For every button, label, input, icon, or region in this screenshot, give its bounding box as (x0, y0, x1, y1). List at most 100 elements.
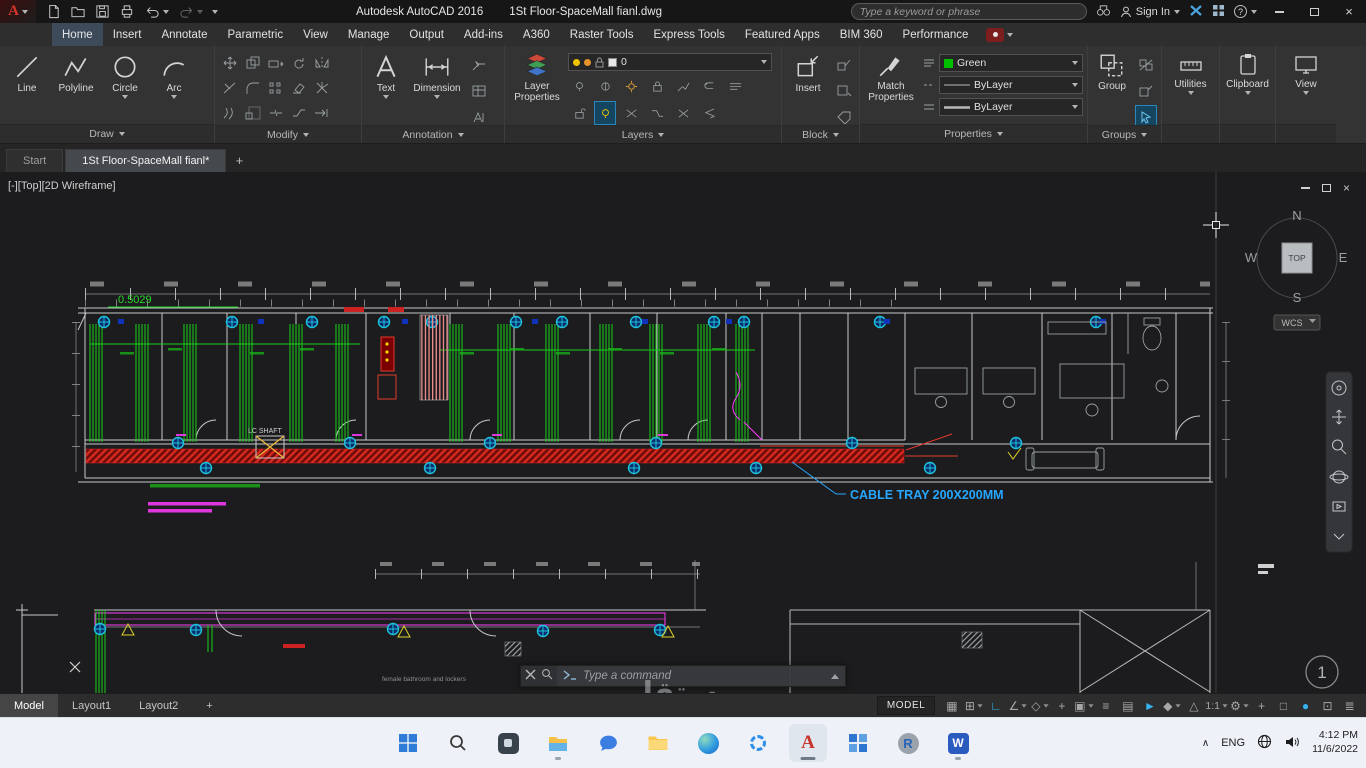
close-button[interactable]: × (1336, 0, 1362, 23)
trim-tool[interactable] (219, 76, 241, 100)
explode-tool[interactable] (311, 76, 333, 100)
view-cube-top-face[interactable]: TOP (1288, 253, 1306, 263)
lineweight-list-icon[interactable] (921, 100, 936, 114)
view-cube[interactable]: N W E S TOP WCS (1245, 208, 1348, 331)
taskbar-edge[interactable] (689, 724, 727, 762)
layer-properties-button[interactable]: Layer Properties (509, 49, 565, 103)
panel-foot-modify[interactable]: Modify (215, 125, 361, 143)
status-transparency-toggle[interactable]: ▤ (1117, 696, 1138, 716)
tab-home[interactable]: Home (52, 23, 103, 46)
panel-foot-draw[interactable]: Draw (0, 124, 214, 143)
layer-match-tool[interactable] (672, 74, 694, 98)
utilities-button[interactable]: Utilities (1168, 49, 1214, 95)
taskbar-table-app[interactable] (839, 724, 877, 762)
tab-output[interactable]: Output (399, 23, 454, 46)
stretch-tool[interactable] (265, 51, 287, 75)
layer-off-tool[interactable] (568, 74, 590, 98)
panel-foot-properties[interactable]: Properties (860, 124, 1087, 143)
table-tool[interactable] (468, 79, 490, 103)
move-tool[interactable] (219, 51, 241, 75)
status-ortho-toggle[interactable]: ∟ (985, 696, 1006, 716)
panel-foot-annotation[interactable]: Annotation (362, 125, 504, 143)
fillet-tool[interactable] (242, 76, 264, 100)
lineweight-dropdown[interactable]: ByLayer (939, 98, 1083, 116)
arc-tool[interactable]: Arc (151, 49, 197, 99)
status-isodraft-toggle[interactable]: ◇ (1029, 696, 1050, 716)
text-tool[interactable]: Text (366, 49, 406, 99)
qat-customize-button[interactable] (212, 9, 218, 14)
panel-foot-block[interactable]: Block (782, 125, 859, 143)
taskbar-folder[interactable] (639, 724, 677, 762)
layout2-tab[interactable]: Layout2 (125, 694, 192, 718)
break-tool[interactable] (265, 101, 287, 125)
panel-foot-groups[interactable]: Groups (1088, 125, 1161, 143)
mirror-tool[interactable] (311, 51, 333, 75)
polyline-tool[interactable]: Polyline (53, 49, 99, 94)
command-customize-icon[interactable] (525, 667, 536, 685)
lengthen-tool[interactable] (311, 101, 333, 125)
status-workspace-switcher[interactable]: ⚙ (1229, 696, 1250, 716)
tab-view[interactable]: View (293, 23, 338, 46)
search-binoculars-icon[interactable] (1096, 4, 1111, 20)
file-tab-start[interactable]: Start (6, 149, 64, 172)
multileader-tool[interactable] (468, 53, 490, 77)
file-tab-document[interactable]: 1St Floor-SpaceMall fianl* (65, 149, 227, 172)
status-otrack-toggle[interactable]: + (1051, 696, 1072, 716)
layer-on-tool[interactable] (594, 101, 616, 125)
taskbar-search-button[interactable] (439, 724, 477, 762)
taskbar-app-dark[interactable] (489, 724, 527, 762)
undo-button[interactable] (144, 4, 169, 19)
circle-tool[interactable]: Circle (102, 49, 148, 99)
tray-chevron-icon[interactable]: ∧ (1202, 738, 1209, 749)
open-file-button[interactable] (70, 4, 86, 19)
match-properties-button[interactable]: Match Properties (864, 49, 918, 103)
array-tool[interactable] (265, 76, 287, 100)
offset-tool[interactable] (219, 101, 241, 125)
layer-delete-tool[interactable] (672, 101, 694, 125)
taskbar-blue-ring-app[interactable] (739, 724, 777, 762)
status-selection-cycling-toggle[interactable]: ► (1139, 696, 1160, 716)
layer-prev-tool[interactable] (698, 74, 720, 98)
tab-featured-apps[interactable]: Featured Apps (735, 23, 830, 46)
tab-addins[interactable]: Add-ins (454, 23, 513, 46)
new-layout-button[interactable]: + (192, 694, 226, 718)
plot-button[interactable] (119, 4, 135, 19)
start-button[interactable] (389, 724, 427, 762)
minimize-button[interactable] (1266, 0, 1292, 23)
app-menu-button[interactable]: A (0, 0, 36, 23)
compass-south[interactable]: S (1293, 290, 1302, 305)
tab-express-tools[interactable]: Express Tools (644, 23, 735, 46)
status-polar-toggle[interactable]: ∠ (1007, 696, 1028, 716)
create-block-tool[interactable] (833, 79, 855, 103)
viewport-close-icon[interactable]: × (1343, 181, 1350, 195)
status-lineweight-toggle[interactable]: ≡ (1095, 696, 1116, 716)
compass-east[interactable]: E (1339, 250, 1348, 265)
erase-tool[interactable] (288, 76, 310, 100)
status-dynamic-ucs-toggle[interactable]: △ (1183, 696, 1204, 716)
autodesk-exchange-icon[interactable] (1189, 4, 1203, 20)
scale-tool[interactable] (242, 101, 264, 125)
layer-merge-tool[interactable] (646, 101, 668, 125)
command-history-icon[interactable] (831, 673, 839, 679)
layer-current-tool[interactable] (698, 101, 720, 125)
layer-lock-tool[interactable] (646, 74, 668, 98)
copy-tool[interactable] (242, 51, 264, 75)
exchange-apps-icon[interactable] (1212, 4, 1225, 20)
restore-button[interactable] (1301, 0, 1327, 23)
ungroup-tool[interactable] (1135, 53, 1157, 77)
layer-thaw-tool[interactable] (620, 101, 642, 125)
layer-freeze-tool[interactable] (620, 74, 642, 98)
layer-walk-tool[interactable] (724, 74, 746, 98)
tab-performance[interactable]: Performance (893, 23, 979, 46)
status-snap-toggle[interactable]: ⊞ (963, 696, 984, 716)
status-isolate-toggle[interactable]: □ (1273, 696, 1294, 716)
command-line[interactable]: Type a command (520, 665, 846, 687)
layer-isolate-tool[interactable] (594, 74, 616, 98)
status-graphics-performance-toggle[interactable]: ● (1295, 696, 1316, 716)
taskbar-autocad[interactable]: A (789, 724, 827, 762)
status-osnap-toggle[interactable]: ▣ (1073, 696, 1094, 716)
help-button[interactable]: ? (1234, 5, 1257, 18)
help-search-input[interactable] (850, 3, 1087, 20)
dimension-tool[interactable]: Dimension (409, 49, 465, 99)
tab-parametric[interactable]: Parametric (218, 23, 294, 46)
